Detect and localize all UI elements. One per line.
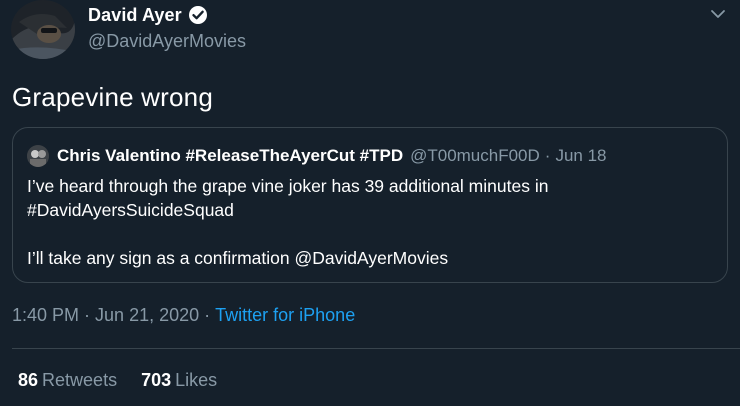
quoted-date[interactable]: Jun 18	[555, 146, 606, 166]
likes-stat[interactable]: 703 Likes	[141, 370, 217, 391]
meta-separator: ·	[84, 305, 91, 325]
tweet-time[interactable]: 1:40 PM	[12, 305, 79, 325]
likes-count: 703	[141, 370, 172, 390]
tweet-source-link[interactable]: Twitter for iPhone	[215, 305, 355, 325]
quoted-handle[interactable]: @T00muchF00D	[410, 146, 540, 166]
meta-separator: ·	[204, 305, 211, 325]
author-info: David Ayer @DavidAyerMovies	[88, 4, 246, 52]
quoted-text-line: #DavidAyersSuicideSquad	[27, 200, 234, 220]
tweet-date[interactable]: Jun 21, 2020	[95, 305, 199, 325]
quoted-separator: ·	[544, 146, 551, 165]
chevron-down-icon[interactable]	[708, 4, 728, 24]
avatar[interactable]	[11, 0, 75, 59]
quoted-tweet-body: I’ve heard through the grape vine joker …	[27, 174, 717, 270]
tweet-stats: 86 Retweets 703 Likes	[18, 370, 217, 391]
quoted-tweet[interactable]: Chris Valentino #ReleaseTheAyerCut #TPD …	[12, 127, 728, 283]
quoted-avatar	[27, 145, 49, 167]
tweet-meta: 1:40 PM · Jun 21, 2020 · Twitter for iPhone	[12, 305, 355, 326]
retweets-count: 86	[18, 370, 39, 390]
quoted-display-name[interactable]: Chris Valentino #ReleaseTheAyerCut #TPD	[57, 146, 403, 166]
author-display-name[interactable]: David Ayer	[88, 5, 182, 26]
retweets-label: Retweets	[42, 370, 118, 390]
author-handle[interactable]: @DavidAyerMovies	[88, 31, 246, 52]
quoted-tweet-header: Chris Valentino #ReleaseTheAyerCut #TPD …	[27, 145, 607, 167]
tweet-text: Grapevine wrong	[12, 82, 213, 112]
quoted-text-line: I’ll take any sign as a confirmation @Da…	[27, 248, 449, 268]
likes-label: Likes	[175, 370, 218, 390]
retweets-stat[interactable]: 86 Retweets	[18, 370, 117, 391]
author-name-row: David Ayer	[88, 4, 246, 26]
avatar-photo	[11, 0, 75, 59]
verified-badge-icon	[188, 5, 208, 25]
divider	[12, 348, 740, 349]
tweet-card: David Ayer @DavidAyerMovies Grapevine wr…	[0, 0, 740, 406]
quoted-text-line: I’ve heard through the grape vine joker …	[27, 176, 549, 196]
